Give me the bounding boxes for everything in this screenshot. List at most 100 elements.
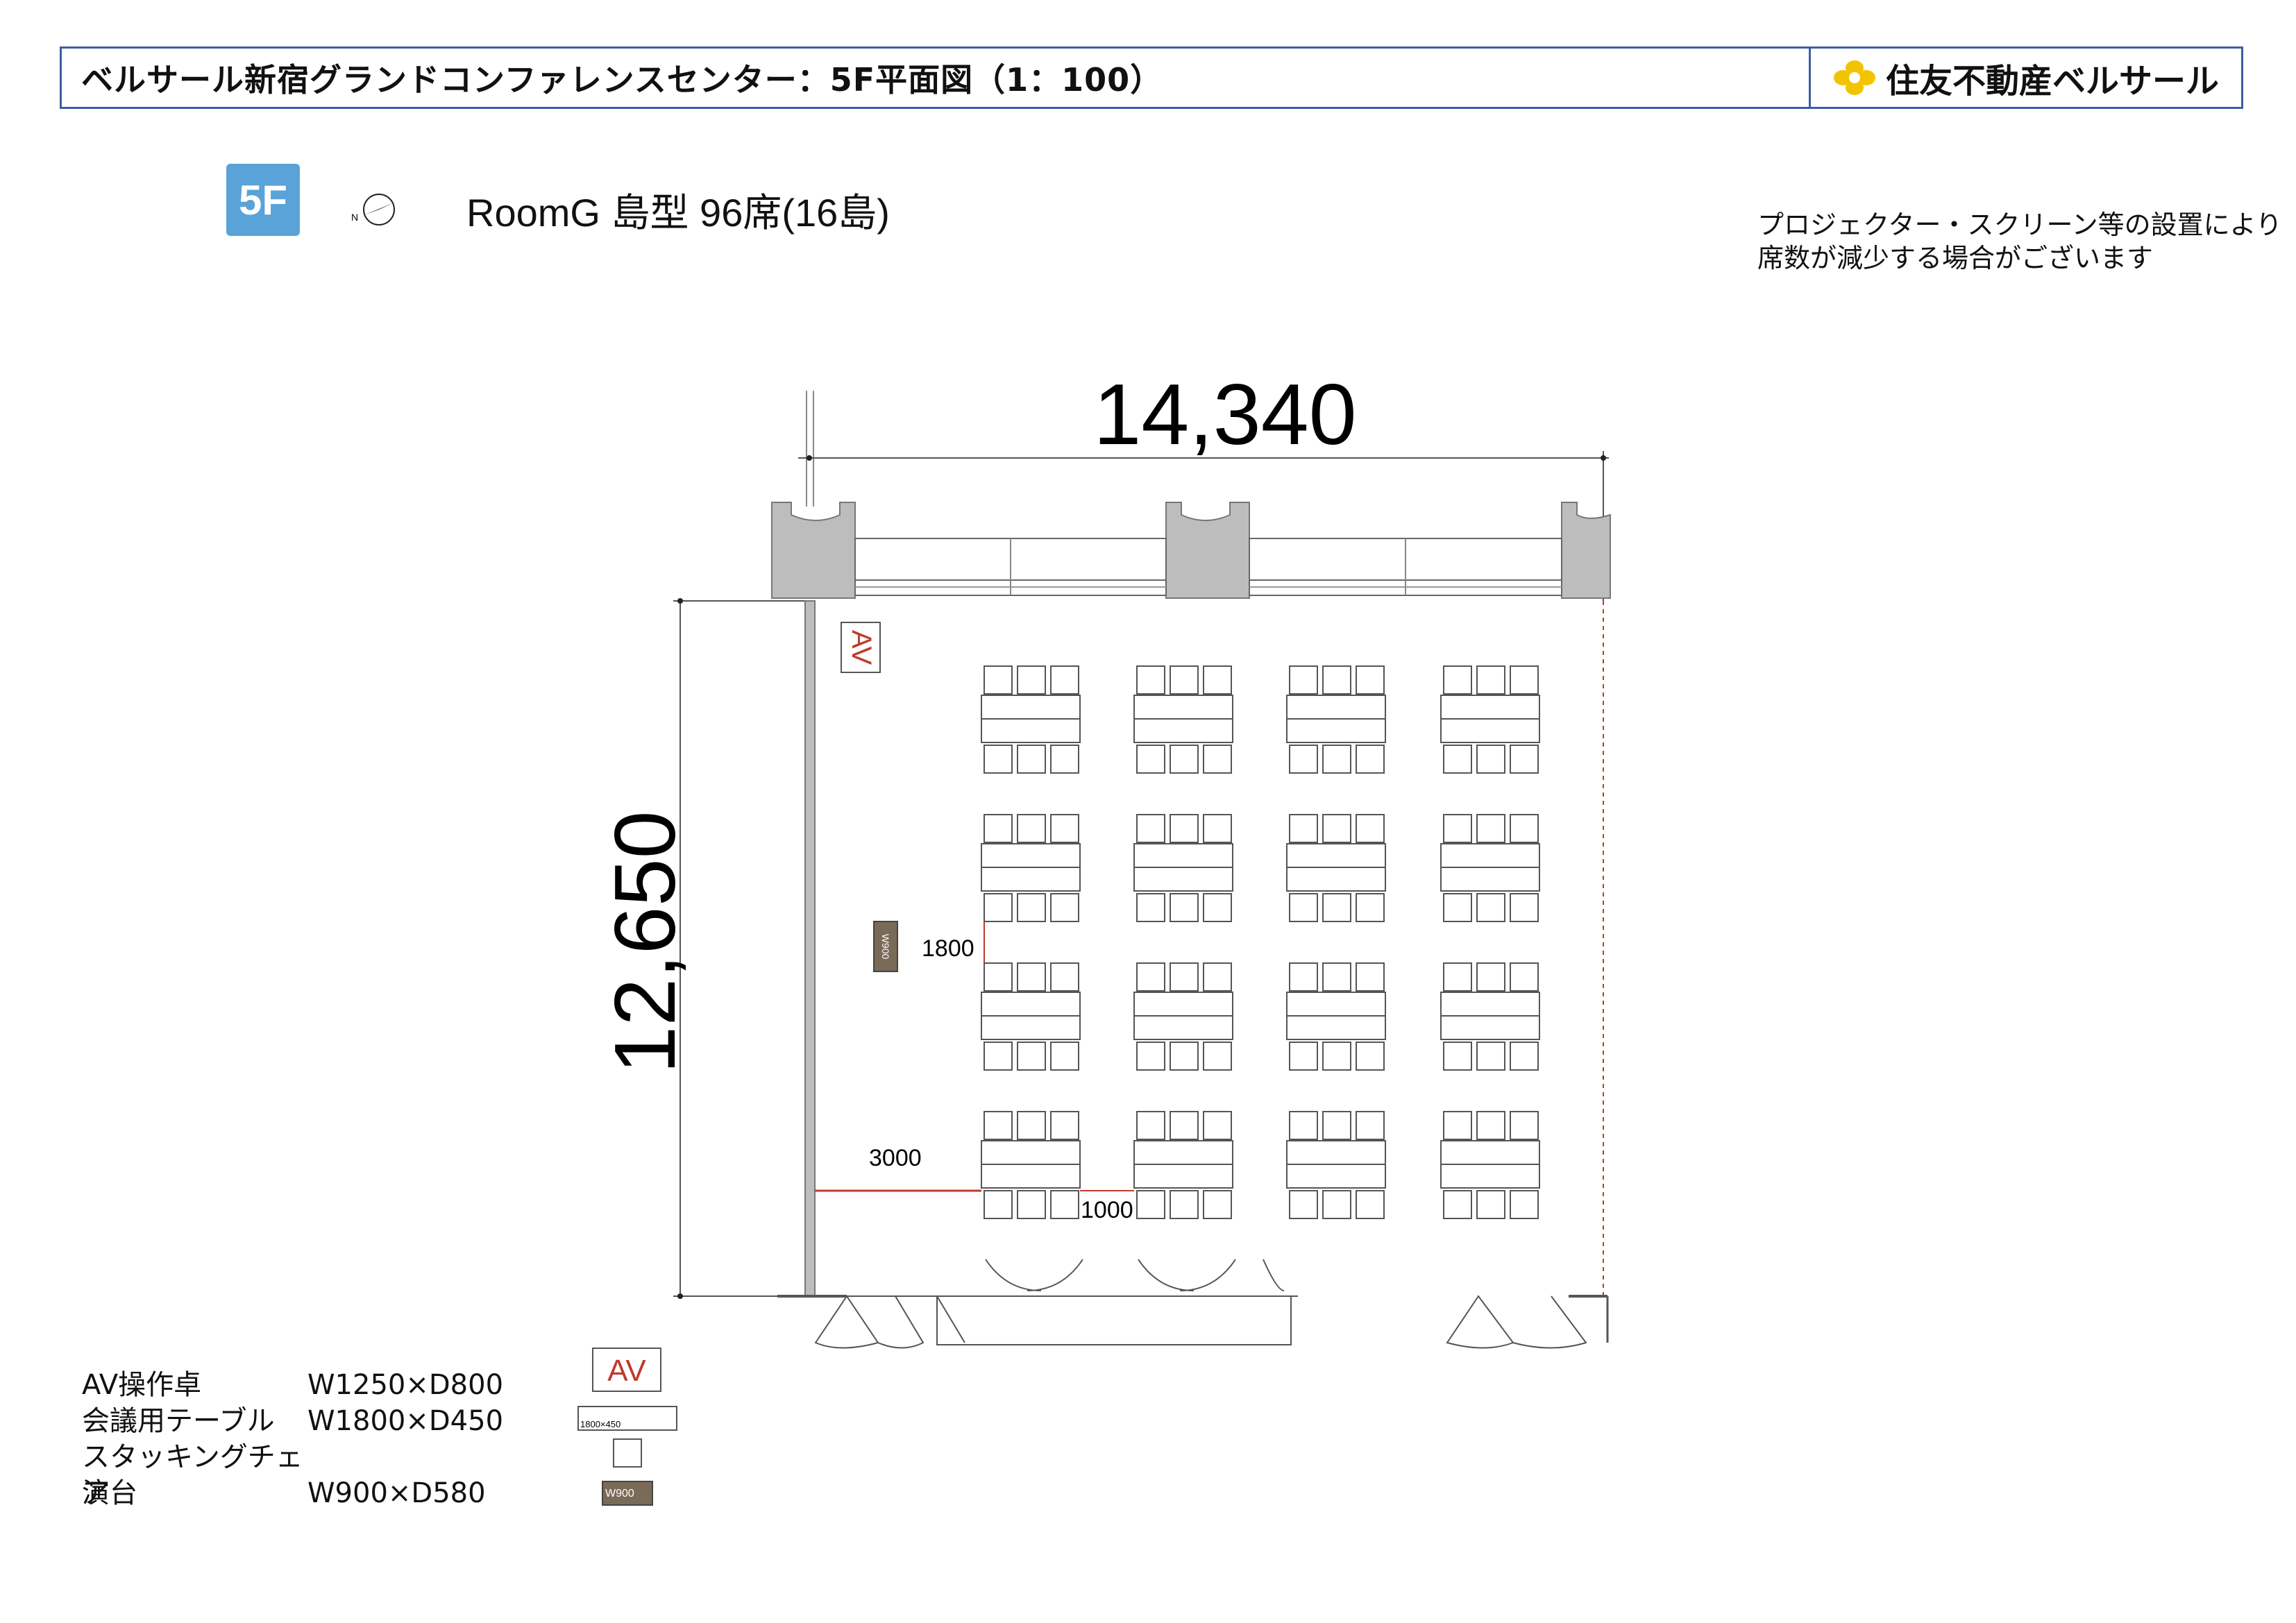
chair	[1356, 814, 1385, 843]
chair	[1356, 893, 1385, 922]
conference-table	[1286, 718, 1386, 743]
chair	[1289, 962, 1318, 992]
legend-chair-dim	[307, 1439, 481, 1475]
top-wall	[771, 502, 1611, 599]
dim-3000: 3000	[869, 1145, 922, 1171]
seating-island	[1133, 1111, 1233, 1219]
chair	[1510, 962, 1539, 992]
chair	[1356, 1042, 1385, 1071]
chair	[1476, 1111, 1505, 1140]
chair	[984, 814, 1013, 843]
legend-podium-dim: W900×D580	[307, 1477, 486, 1509]
conference-table	[981, 1140, 1081, 1165]
conference-table	[1133, 1015, 1233, 1040]
chair	[1017, 1111, 1046, 1140]
chair	[1289, 1190, 1318, 1219]
chair	[1322, 893, 1351, 922]
chair	[1203, 814, 1232, 843]
chair	[1510, 893, 1539, 922]
chair	[1136, 665, 1165, 695]
legend-row-av: AV操作卓 W1250×D800	[82, 1367, 503, 1403]
conference-table	[1286, 1164, 1386, 1189]
chair	[984, 962, 1013, 992]
seating-island	[1286, 1111, 1386, 1219]
chair	[1203, 893, 1232, 922]
chair	[1203, 745, 1232, 774]
conference-table	[981, 1164, 1081, 1189]
legend-row-podium: 演台 W900×D580	[82, 1475, 486, 1511]
legend-podium-name: 演台	[82, 1477, 137, 1509]
conference-table	[1133, 867, 1233, 892]
chair	[1476, 1042, 1505, 1071]
chair	[1170, 745, 1199, 774]
chair	[1322, 1042, 1351, 1071]
legend-chair-name: スタッキングチェア	[82, 1441, 303, 1509]
chair	[1203, 665, 1232, 695]
chair	[1017, 814, 1046, 843]
chair	[1050, 1111, 1079, 1140]
conference-table	[981, 695, 1081, 720]
chair	[1050, 962, 1079, 992]
legend-podium-symbol: W900	[605, 1488, 634, 1499]
legend-table-name: 会議用テーブル	[82, 1405, 275, 1437]
conference-table	[981, 843, 1081, 868]
conference-table	[1286, 867, 1386, 892]
chair	[1322, 814, 1351, 843]
chair	[1476, 1190, 1505, 1219]
chair	[1476, 893, 1505, 922]
chair	[1170, 893, 1199, 922]
seating-island	[1286, 665, 1386, 774]
doors	[814, 1259, 1587, 1349]
chair	[1510, 1111, 1539, 1140]
chair	[1510, 745, 1539, 774]
chair	[1170, 1111, 1199, 1140]
conference-table	[1286, 1140, 1386, 1165]
chair	[1050, 1190, 1079, 1219]
seating-island	[981, 1111, 1081, 1219]
legend-av-name: AV操作卓	[82, 1369, 202, 1401]
legend: AV操作卓 W1250×D800 会議用テーブル W1800×D450 スタッキ…	[82, 1367, 503, 1511]
chair	[1289, 1042, 1318, 1071]
conference-table	[981, 992, 1081, 1017]
chair	[1050, 814, 1079, 843]
chair	[1443, 745, 1472, 774]
conference-table	[1440, 867, 1540, 892]
chair	[1050, 1042, 1079, 1071]
seating-island	[1133, 962, 1233, 1071]
conference-table	[1440, 695, 1540, 720]
chair	[1170, 814, 1199, 843]
spacing-annotations: 1800 3000 1000	[815, 902, 1134, 1223]
chair	[1050, 745, 1079, 774]
conference-table	[1133, 718, 1233, 743]
chair	[984, 1190, 1013, 1219]
chair	[1322, 745, 1351, 774]
chair	[1443, 1111, 1472, 1140]
seating-islands	[981, 665, 1540, 1219]
conference-table	[981, 718, 1081, 743]
chair	[1510, 1042, 1539, 1071]
dim-1800: 1800	[922, 935, 974, 962]
chair	[1510, 665, 1539, 695]
legend-av-symbol: AV	[607, 1354, 646, 1388]
legend-symbols: AV 1800×450 W900	[577, 1348, 677, 1506]
chair	[1289, 1111, 1318, 1140]
chair	[1510, 1190, 1539, 1219]
chair	[1476, 814, 1505, 843]
chair	[1017, 962, 1046, 992]
conference-table	[981, 867, 1081, 892]
chair	[1170, 1190, 1199, 1219]
seating-island	[1286, 814, 1386, 922]
chair	[1136, 962, 1165, 992]
seating-island	[1440, 814, 1540, 922]
chair	[1322, 665, 1351, 695]
conference-table	[1133, 992, 1233, 1017]
chair	[1136, 893, 1165, 922]
chair	[1510, 814, 1539, 843]
chair	[1289, 745, 1318, 774]
chair	[1017, 665, 1046, 695]
seating-island	[1440, 962, 1540, 1071]
conference-table	[1286, 1015, 1386, 1040]
chair	[1322, 1190, 1351, 1219]
chair	[1476, 962, 1505, 992]
chair	[1356, 745, 1385, 774]
